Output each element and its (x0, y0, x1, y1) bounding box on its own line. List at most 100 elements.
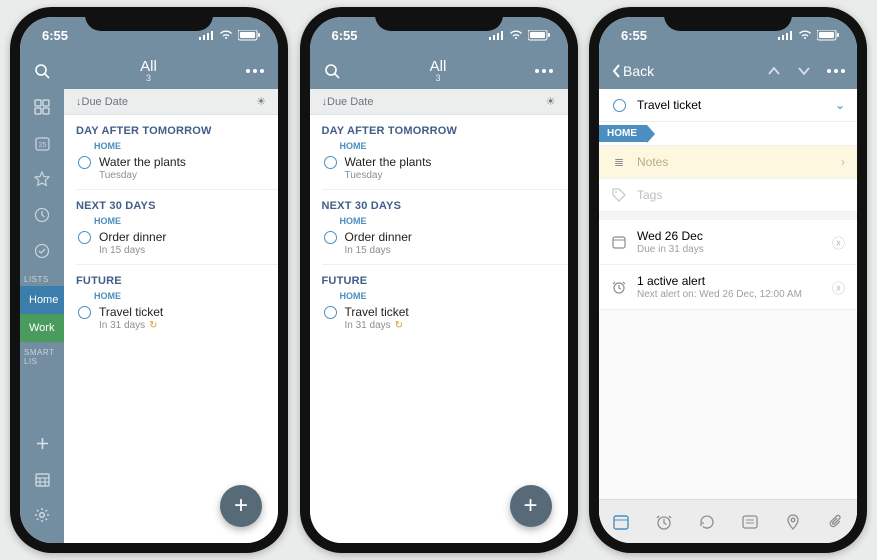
sort-bar[interactable]: ↓Due Date ☀ (310, 89, 568, 115)
sort-bar[interactable]: ↓Due Date ☀ (64, 89, 278, 115)
checkbox-icon[interactable] (78, 156, 91, 169)
alert-row[interactable]: 1 active alert Next alert on: Wed 26 Dec… (599, 265, 857, 310)
phone-3: 6:55 Back (589, 7, 867, 553)
add-task-button[interactable]: + (510, 485, 552, 527)
due-date-row[interactable]: Wed 26 Dec Due in 31 days ⓧ (599, 220, 857, 265)
section-header: DAY AFTER TOMORROW (64, 115, 278, 141)
sidebar-add-icon[interactable] (20, 425, 64, 461)
recurring-icon: ↻ (395, 320, 403, 331)
add-task-button[interactable]: + (220, 485, 262, 527)
bottom-toolbar (599, 499, 857, 543)
search-icon[interactable] (324, 63, 341, 80)
sidebar-section-lists: LISTS (20, 269, 64, 286)
alert-sub: Next alert on: Wed 26 Dec, 12:00 AM (637, 289, 822, 300)
chevron-left-icon (611, 63, 621, 79)
tab-repeat-icon[interactable] (698, 513, 716, 531)
battery-icon (817, 30, 839, 41)
checkbox-icon[interactable] (324, 156, 337, 169)
status-time: 6:55 (42, 28, 68, 43)
tab-alarm-icon[interactable] (655, 513, 673, 531)
more-icon[interactable] (827, 69, 845, 73)
list-ribbon[interactable]: HOME (599, 122, 857, 146)
sidebar-grid-icon[interactable] (20, 89, 64, 125)
task-row[interactable]: Travel ticket In 31 days↻ (310, 301, 568, 339)
tab-attachment-icon[interactable] (827, 513, 845, 531)
status-icons (777, 30, 839, 41)
search-icon[interactable] (34, 63, 51, 80)
task-title: Order dinner (345, 230, 412, 244)
signal-icon (198, 30, 214, 40)
wifi-icon (798, 30, 812, 40)
wifi-icon (509, 30, 523, 40)
sidebar-completed-icon[interactable] (20, 233, 64, 269)
checkbox-icon[interactable] (78, 231, 91, 244)
tab-location-icon[interactable] (784, 513, 802, 531)
more-icon[interactable] (246, 69, 264, 73)
alert-title: 1 active alert (637, 274, 822, 288)
task-row[interactable]: Water the plants Tuesday (64, 151, 278, 189)
checkbox-icon[interactable] (78, 306, 91, 319)
task-title: Travel ticket (99, 305, 163, 319)
task-title: Order dinner (99, 230, 166, 244)
wifi-icon (219, 30, 233, 40)
sidebar-scheduled-icon[interactable] (20, 197, 64, 233)
due-date-title: Wed 26 Dec (637, 229, 822, 243)
phone-2: 6:55 All 3 ↓Due Date ☀ DA (300, 7, 578, 553)
task-tag: HOME (310, 216, 568, 226)
prev-task-icon[interactable] (767, 66, 781, 76)
checkbox-icon[interactable] (324, 306, 337, 319)
page-title: All 3 (430, 59, 447, 83)
notes-icon: ≣ (611, 155, 627, 169)
task-row[interactable]: Order dinner In 15 days (64, 226, 278, 264)
task-subtitle: In 15 days (345, 245, 412, 256)
recurring-icon: ↻ (149, 320, 157, 331)
tag-icon (611, 188, 627, 202)
sidebar-settings-icon[interactable] (20, 497, 64, 533)
status-time: 6:55 (332, 28, 358, 43)
back-button[interactable]: Back (611, 63, 654, 79)
more-icon[interactable] (535, 69, 553, 73)
task-title-row[interactable]: Travel ticket ⌄ (599, 89, 857, 122)
task-tag: HOME (64, 291, 278, 301)
checkbox-icon[interactable] (613, 99, 626, 112)
sort-options-icon[interactable]: ☀ (256, 95, 266, 108)
task-tag: HOME (310, 141, 568, 151)
clear-date-icon[interactable]: ⓧ (832, 233, 845, 252)
status-icons (198, 30, 260, 41)
task-subtitle: Tuesday (99, 170, 186, 181)
task-subtitle: In 31 days↻ (99, 320, 163, 331)
next-task-icon[interactable] (797, 66, 811, 76)
task-title: Travel ticket (345, 305, 409, 319)
section-header: FUTURE (310, 265, 568, 291)
task-tag: HOME (310, 291, 568, 301)
task-tag: HOME (64, 141, 278, 151)
sidebar-calendar-icon[interactable] (20, 461, 64, 497)
tab-date-icon[interactable] (612, 513, 630, 531)
task-row[interactable]: Order dinner In 15 days (310, 226, 568, 264)
signal-icon (777, 30, 793, 40)
tab-subtasks-icon[interactable] (741, 513, 759, 531)
notes-row[interactable]: ≣ Notes › (599, 146, 857, 179)
battery-icon (528, 30, 550, 41)
phone-1: 6:55 All 3 25 (10, 7, 288, 553)
battery-icon (238, 30, 260, 41)
status-time: 6:55 (621, 28, 647, 43)
sort-label: ↓Due Date (76, 96, 128, 108)
sidebar-star-icon[interactable] (20, 161, 64, 197)
task-title: Water the plants (345, 155, 432, 169)
task-subtitle: Tuesday (345, 170, 432, 181)
task-row[interactable]: Travel ticket In 31 days↻ (64, 301, 278, 339)
sidebar-list-work[interactable]: Work (20, 314, 64, 342)
tags-row[interactable]: Tags (599, 179, 857, 212)
task-tag: HOME (64, 216, 278, 226)
sort-options-icon[interactable]: ☀ (546, 95, 556, 108)
sidebar-list-home[interactable]: Home (20, 286, 64, 314)
sidebar-today-icon[interactable]: 25 (20, 125, 64, 161)
chevron-down-icon[interactable]: ⌄ (835, 98, 845, 112)
sort-label: ↓Due Date (322, 96, 374, 108)
clear-alert-icon[interactable]: ⓧ (832, 278, 845, 297)
checkbox-icon[interactable] (324, 231, 337, 244)
page-title: All 3 (140, 59, 157, 83)
task-row[interactable]: Water the plants Tuesday (310, 151, 568, 189)
svg-text:25: 25 (38, 142, 46, 149)
